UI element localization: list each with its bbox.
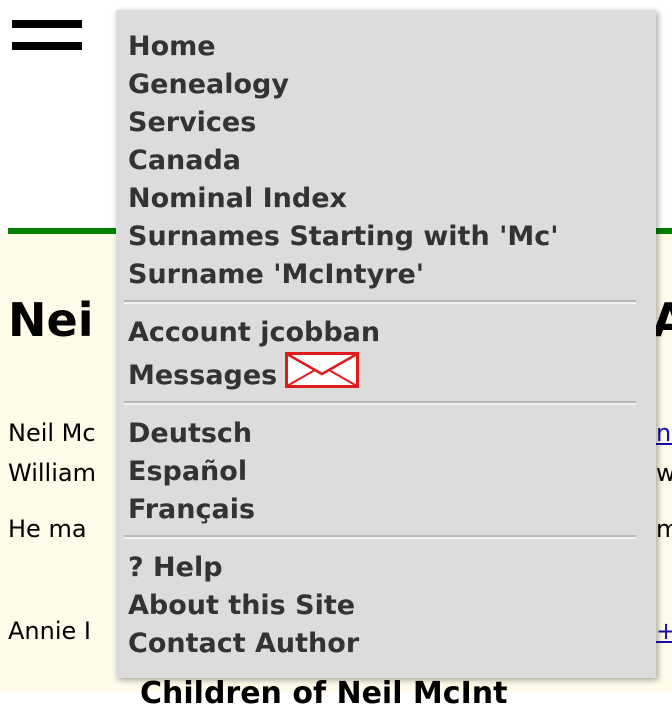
menu-separator: [124, 535, 636, 539]
menu-item-francais[interactable]: Français: [128, 491, 656, 529]
paragraph-fragment: William: [8, 459, 96, 487]
paragraph-fragment-tail: m: [656, 515, 672, 543]
menu-item-about[interactable]: About this Site: [128, 587, 656, 625]
paragraph-fragment: He ma: [8, 515, 87, 543]
menu-item-services[interactable]: Services: [128, 104, 656, 142]
hamburger-icon[interactable]: [12, 20, 82, 56]
menu-item-account[interactable]: Account jcobban: [128, 314, 656, 352]
menu-item-home[interactable]: Home: [128, 28, 656, 66]
hamburger-bar-top: [12, 20, 82, 28]
menu-item-messages[interactable]: Messages: [128, 352, 656, 395]
envelope-icon: [285, 352, 360, 388]
menu-item-deutsch[interactable]: Deutsch: [128, 415, 656, 453]
menu-separator: [124, 401, 636, 405]
dropdown-menu: Home Genealogy Services Canada Nominal I…: [116, 10, 656, 678]
menu-item-messages-label: Messages: [128, 360, 278, 391]
menu-separator: [124, 300, 636, 304]
menu-item-genealogy[interactable]: Genealogy: [128, 66, 656, 104]
menu-item-help[interactable]: ? Help: [128, 549, 656, 587]
paragraph-link-fragment[interactable]: +: [656, 616, 672, 646]
menu-item-contact-author[interactable]: Contact Author: [128, 625, 656, 663]
menu-item-nominal-index[interactable]: Nominal Index: [128, 180, 656, 218]
menu-item-surnames-mc[interactable]: Surnames Starting with 'Mc': [128, 218, 656, 256]
menu-item-espanol[interactable]: Español: [128, 453, 656, 491]
paragraph-fragment: Annie I: [8, 617, 91, 645]
section-heading: Children of Neil McInt: [140, 676, 508, 711]
menu-item-surname-mcintyre[interactable]: Surname 'McIntyre': [128, 256, 656, 294]
hamburger-bar-bottom: [12, 42, 82, 50]
page-title: Nei: [8, 293, 94, 347]
paragraph-fragment: Neil Mc: [8, 419, 96, 447]
paragraph-link-fragment[interactable]: nt: [656, 418, 672, 448]
menu-item-canada[interactable]: Canada: [128, 142, 656, 180]
paragraph-fragment-tail: w: [656, 459, 672, 487]
